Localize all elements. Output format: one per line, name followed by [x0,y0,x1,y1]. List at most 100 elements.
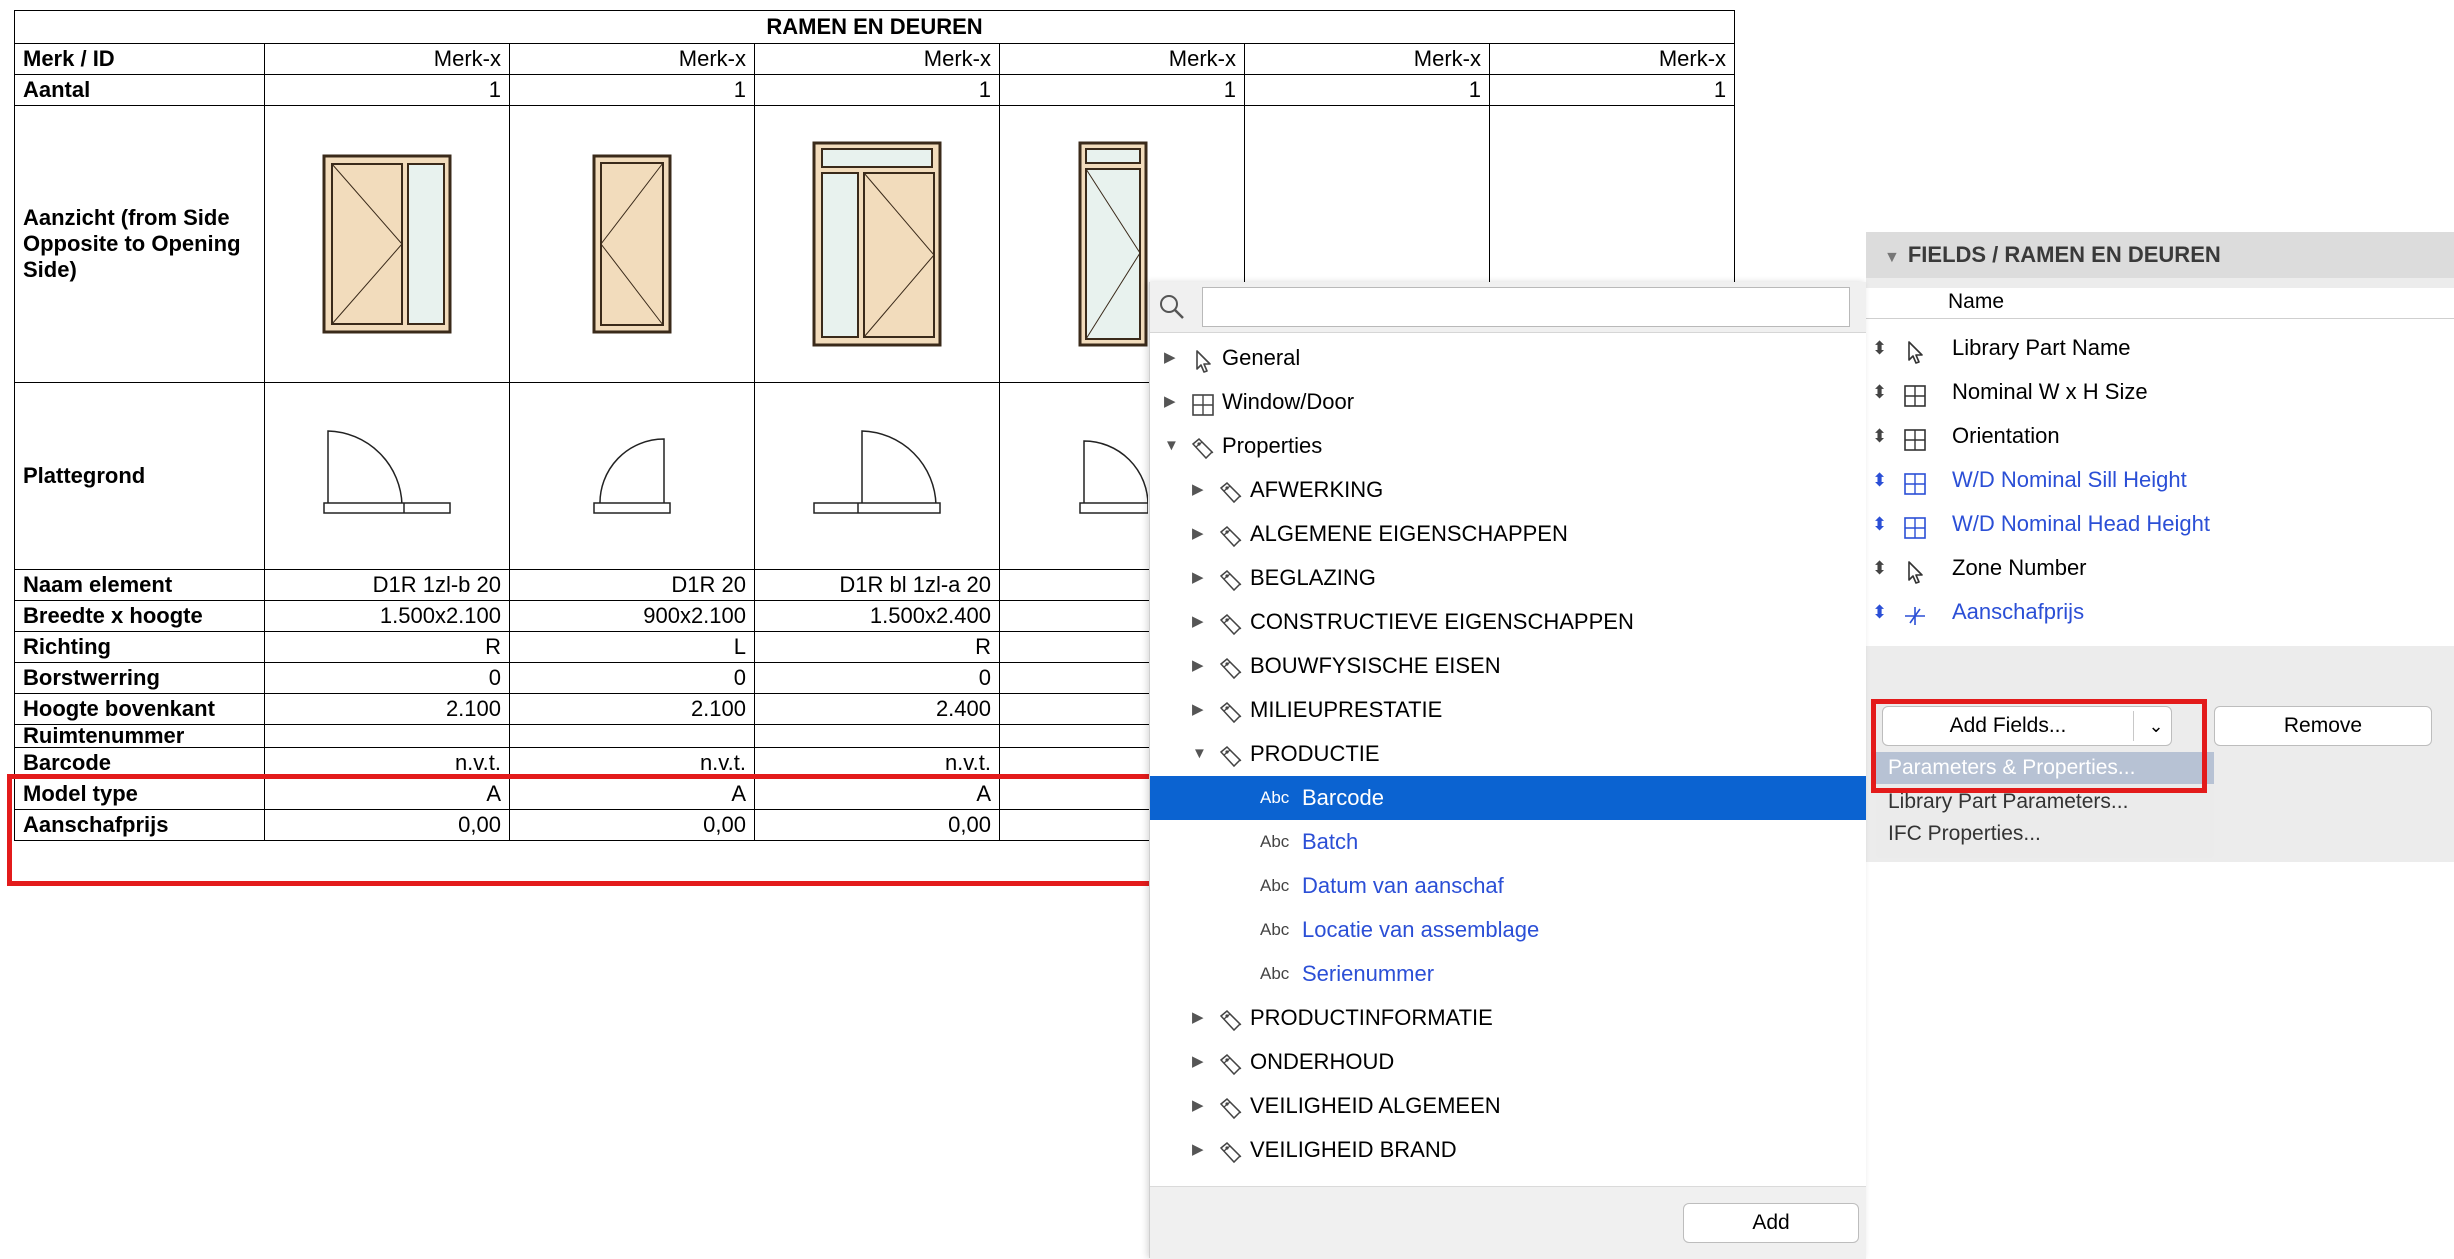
tree-item[interactable]: ▼ Properties [1150,424,1866,468]
single-door-elevation-icon [592,154,672,334]
add-fields-button[interactable]: Add Fields... ⌄ [1882,706,2172,746]
cell: A [754,778,1000,810]
tree-item[interactable]: ▶ PRODUCTINFORMATIE [1150,996,1866,1040]
tree-item-label: Batch [1302,829,1359,854]
tree-item[interactable]: ▶ BOUWFYSISCHE EISEN [1150,644,1866,688]
menu-item-ifc-properties[interactable]: IFC Properties... [1876,818,2214,850]
disclosure-collapsed-icon[interactable]: ▶ [1192,1040,1204,1084]
tree-item-label: VEILIGHEID ALGEMEEN [1250,1093,1501,1118]
cell: L [509,631,755,663]
disclosure-collapsed-icon[interactable]: ▶ [1192,996,1204,1040]
drag-handle-icon[interactable]: ⬍ [1872,590,1887,634]
field-row[interactable]: ⬍ Library Part Name [1866,326,2454,370]
cell: 0,00 [509,809,755,841]
tree-item-label: VEILIGHEID BRAND [1250,1137,1457,1162]
drag-handle-icon[interactable]: ⬍ [1872,414,1887,458]
add-fields-menu: Parameters & Properties... Library Part … [1876,752,2214,858]
tree-item[interactable]: Abc Locatie van assemblage [1150,908,1866,952]
drag-handle-icon[interactable]: ⬍ [1872,370,1887,414]
tree-item[interactable]: Abc Batch [1150,820,1866,864]
tree-item-label: ALGEMENE EIGENSCHAPPEN [1250,521,1568,546]
field-name: Nominal W x H Size [1952,379,2148,404]
tree-item[interactable]: ▶ General [1150,336,1866,380]
arrow-icon [1190,345,1216,373]
parameter-picker-popup: ▶ General ▶ Window/Door ▼ Properties ▶ AFWERKIN… [1149,282,1866,1259]
disclosure-collapsed-icon[interactable]: ▶ [1192,468,1204,512]
row-label: Naam element [14,569,265,601]
drag-handle-icon[interactable]: ⬍ [1872,458,1887,502]
tree-item[interactable]: ▶ BEGLAZING [1150,556,1866,600]
arrow-icon [1902,556,1928,584]
disclosure-expanded-icon[interactable]: ▼ [1192,732,1207,776]
cell: 1.500x2.400 [754,600,1000,632]
field-name: Aanschafprijs [1952,599,2085,624]
cell: D1R 20 [509,569,755,601]
cell [754,724,1000,748]
cell: 1 [754,74,1000,106]
drag-handle-icon[interactable]: ⬍ [1872,326,1887,370]
tree-item[interactable]: ▶ MILIEUPRESTATIE [1150,688,1866,732]
tree-item[interactable]: ▶ Window/Door [1150,380,1866,424]
add-button[interactable]: Add [1683,1203,1859,1243]
tree-item[interactable]: ▶ AFWERKING [1150,468,1866,512]
cell: 900x2.100 [509,600,755,632]
menu-item-parameters-properties[interactable]: Parameters & Properties... [1876,752,2214,784]
tree-item[interactable]: ▶ VEILIGHEID ALGEMEEN [1150,1084,1866,1128]
tree-item[interactable]: Abc Datum van aanschaf [1150,864,1866,908]
text-type-icon: Abc [1260,964,1290,983]
disclosure-collapsed-icon[interactable]: ▶ [1192,556,1204,600]
disclosure-collapsed-icon[interactable]: ▶ [1164,380,1176,424]
tree-item[interactable]: ▶ ALGEMENE EIGENSCHAPPEN [1150,512,1866,556]
drag-handle-icon[interactable]: ⬍ [1872,546,1887,590]
field-row[interactable]: ⬍ W/D Nominal Head Height [1866,502,2454,546]
text-type-icon: Abc [1260,788,1290,807]
tree-item[interactable]: Abc Barcode [1150,776,1866,820]
field-row[interactable]: ⬍ Aanschafprijs [1866,590,2454,634]
menu-item-library-part-parameters[interactable]: Library Part Parameters... [1876,786,2214,818]
disclosure-collapsed-icon[interactable]: ▶ [1192,688,1204,732]
disclosure-collapsed-icon[interactable]: ▶ [1192,1128,1204,1172]
cell: 2.100 [509,693,755,725]
tree-item[interactable]: ▶ CONSTRUCTIEVE EIGENSCHAPPEN [1150,600,1866,644]
row-label: Hoogte bovenkant [14,693,265,725]
parameter-tree: ▶ General ▶ Window/Door ▼ Properties ▶ AFWERKIN… [1150,336,1866,1186]
row-label: Richting [14,631,265,663]
field-row[interactable]: ⬍ Zone Number [1866,546,2454,590]
tree-item[interactable]: ▼ PRODUCTIE [1150,732,1866,776]
button-divider [2133,711,2134,741]
cell: R [754,631,1000,663]
field-row[interactable]: ⬍ Nominal W x H Size [1866,370,2454,414]
tag-icon [1218,697,1244,724]
elevation-drawing [264,105,510,383]
fields-panel: ▼ FIELDS / RAMEN EN DEUREN Name ⬍ Library … [1866,232,2454,652]
remove-button[interactable]: Remove [2214,706,2432,746]
disclosure-collapsed-icon[interactable]: ▶ [1192,512,1204,556]
cell: 1.500x2.100 [264,600,510,632]
field-row[interactable]: ⬍ W/D Nominal Sill Height [1866,458,2454,502]
row-label: Borstwerring [14,662,265,694]
cell: Merk-x [1488,43,1736,75]
fields-panel-header[interactable]: ▼ FIELDS / RAMEN EN DEUREN [1866,232,2454,278]
disclosure-collapsed-icon[interactable]: ▶ [1192,600,1204,644]
tree-item[interactable]: ▶ VEILIGHEID BRAND [1150,1128,1866,1172]
row-label: Breedte x hoogte [14,600,265,632]
cell: D1R 1zl-b 20 [264,569,510,601]
tree-item-label: MILIEUPRESTATIE [1250,697,1443,722]
field-name: W/D Nominal Sill Height [1952,467,2187,492]
disclosure-collapsed-icon[interactable]: ▶ [1192,644,1204,688]
row-label: Aanschafprijs [14,809,265,841]
chevron-down-icon[interactable]: ⌄ [2141,707,2171,745]
drag-handle-icon[interactable]: ⬍ [1872,502,1887,546]
tree-item[interactable]: Abc Serienummer [1150,952,1866,996]
search-input[interactable] [1202,287,1850,327]
disclosure-collapsed-icon[interactable]: ▶ [1192,1084,1204,1128]
tree-item-label: PRODUCTIE [1250,741,1380,766]
disclosure-collapsed-icon[interactable]: ▶ [1164,336,1176,380]
row-label: Aantal [14,74,265,106]
picker-footer: Add [1150,1186,1866,1259]
tree-item[interactable]: ▶ ONDERHOUD [1150,1040,1866,1084]
disclosure-expanded-icon[interactable]: ▼ [1164,424,1179,468]
tree-item-label: AFWERKING [1250,477,1384,502]
field-row[interactable]: ⬍ Orientation [1866,414,2454,458]
cell: Merk-x [754,43,1000,75]
